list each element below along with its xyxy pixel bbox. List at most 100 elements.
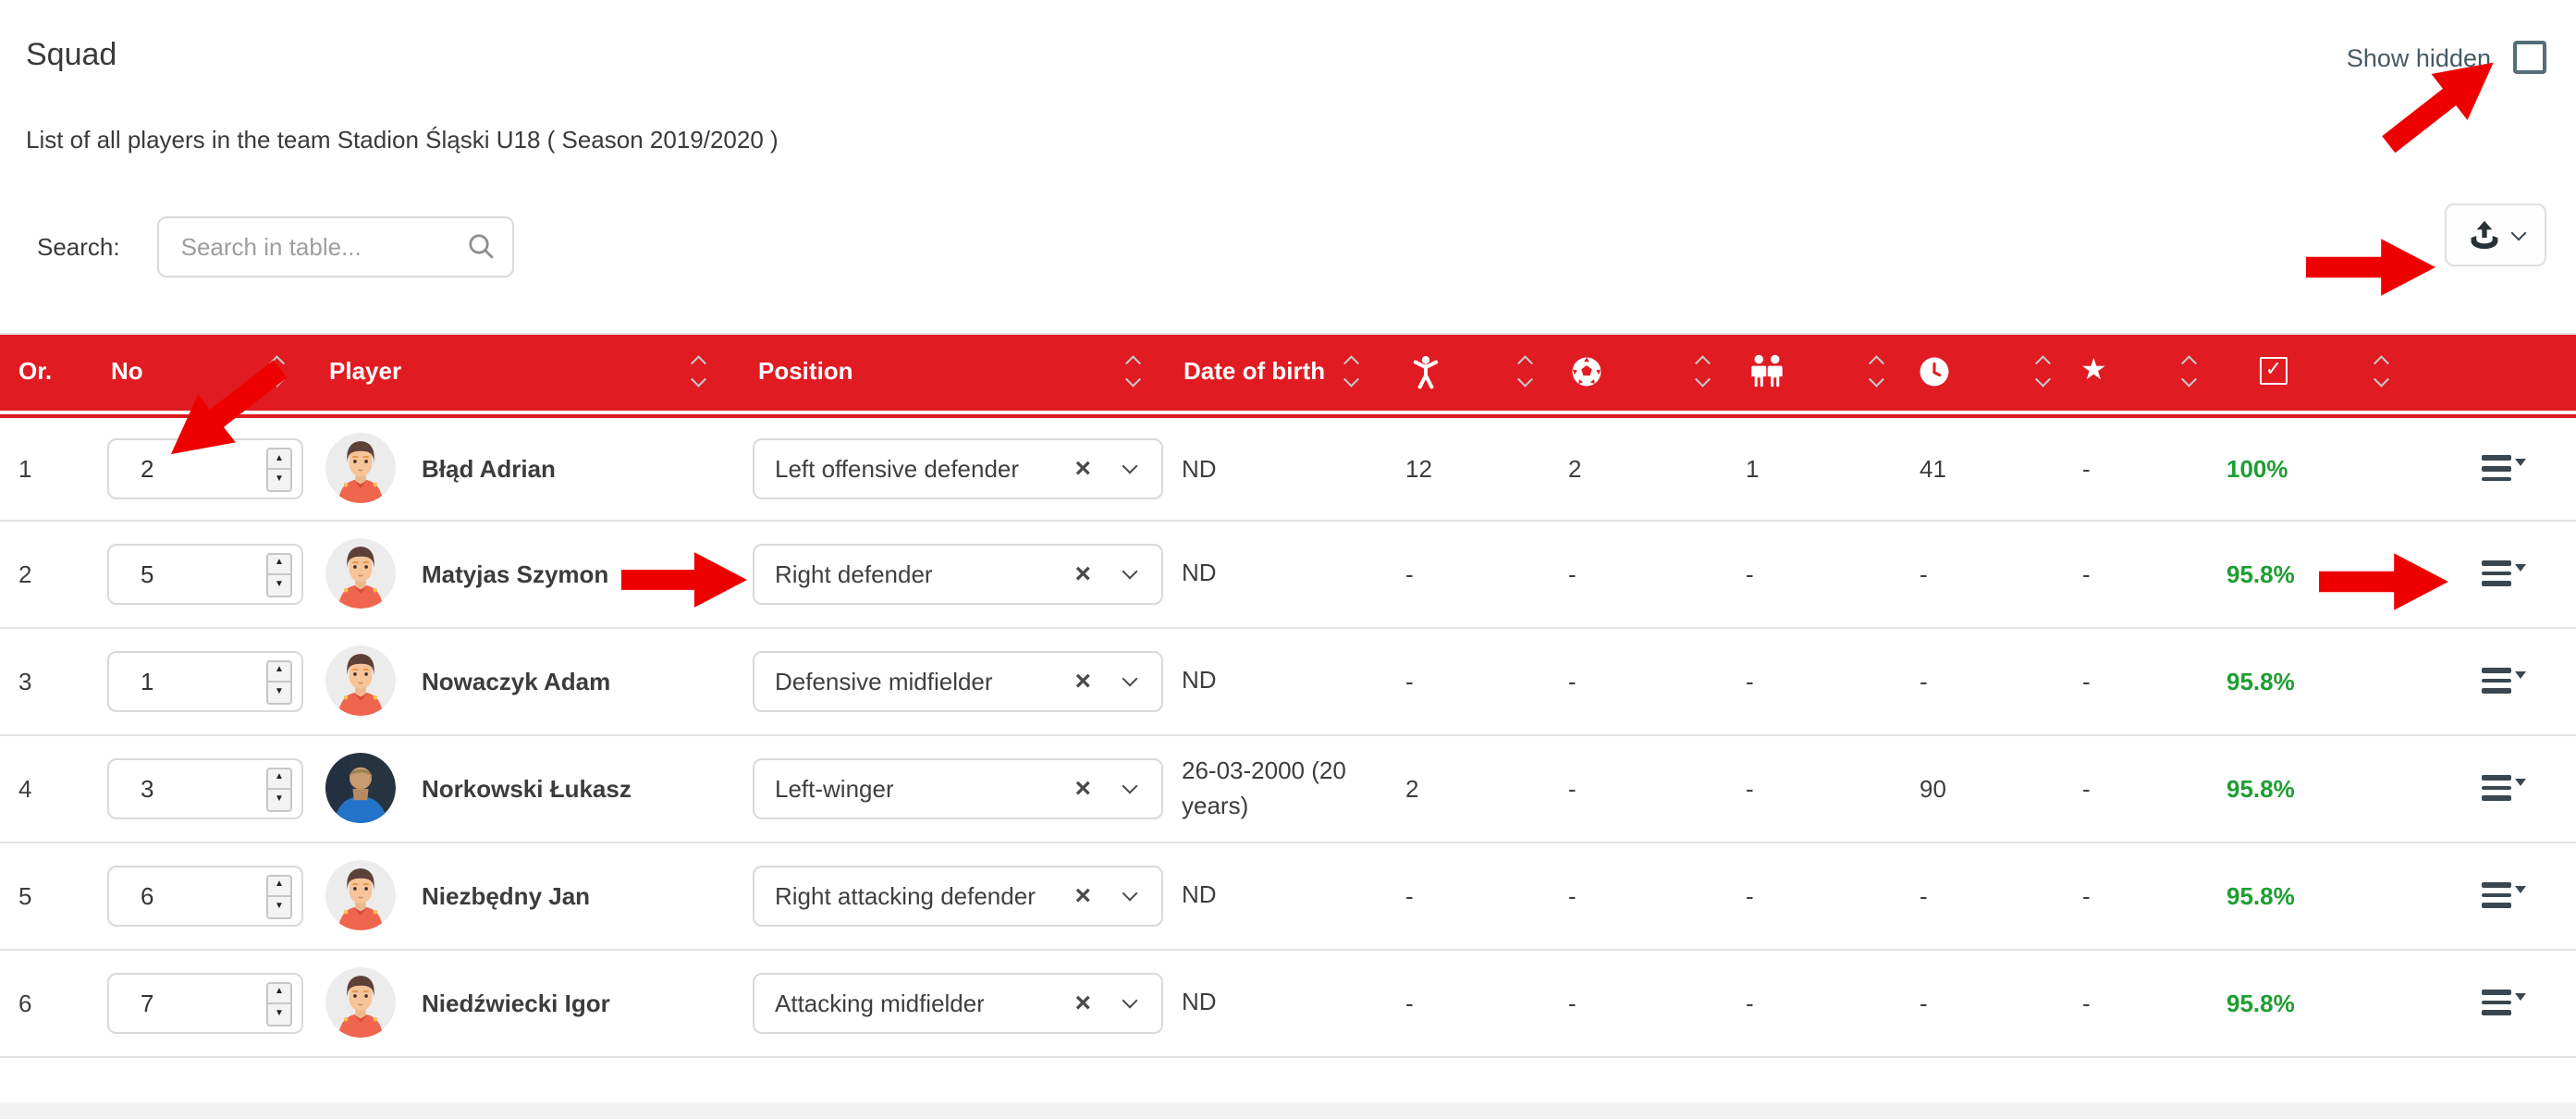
- player-name[interactable]: Matyjas Szymon: [422, 560, 608, 587]
- matches-cell: 12: [1396, 412, 1559, 520]
- caret-down-icon: [2515, 564, 2526, 572]
- shirt-number-value: 3: [109, 774, 153, 802]
- col-matches[interactable]: [1396, 335, 1559, 412]
- chevron-down-icon[interactable]: [1122, 992, 1138, 1008]
- position-select[interactable]: Defensive midfielder ×: [753, 650, 1163, 711]
- row-menu-button[interactable]: [2482, 456, 2511, 482]
- col-rating[interactable]: ★: [2073, 335, 2219, 412]
- chevron-down-icon[interactable]: [1122, 670, 1138, 686]
- row-menu-button[interactable]: [2482, 882, 2511, 908]
- col-order: Or.: [0, 335, 92, 412]
- player-name[interactable]: Niedźwiecki Igor: [422, 989, 610, 1016]
- chevron-down-icon[interactable]: [1122, 563, 1138, 579]
- stepper-down-icon[interactable]: ▼: [268, 469, 290, 490]
- number-stepper[interactable]: ▲ ▼: [266, 552, 292, 596]
- stepper-up-icon[interactable]: ▲: [268, 554, 290, 573]
- stepper-down-icon[interactable]: ▼: [268, 573, 290, 595]
- stepper-down-icon[interactable]: ▼: [268, 895, 290, 916]
- position-select[interactable]: Right attacking defender ×: [753, 865, 1163, 926]
- table-row: 3 1 ▲ ▼: [0, 627, 2576, 734]
- col-dob[interactable]: Date of birth: [1174, 335, 1396, 412]
- col-goals[interactable]: [1559, 335, 1736, 412]
- sort-icon[interactable]: [1519, 358, 1529, 384]
- matches-cell: 2: [1396, 734, 1559, 842]
- number-stepper[interactable]: ▲ ▼: [266, 981, 292, 1026]
- annotation-arrow-export: [2306, 239, 2435, 296]
- player-name[interactable]: Błąd Adrian: [422, 455, 556, 483]
- stepper-up-icon[interactable]: ▲: [268, 661, 290, 681]
- number-stepper[interactable]: ▲ ▼: [266, 448, 292, 492]
- squad-table-body: 1 2 ▲ ▼: [0, 412, 2576, 1056]
- stepper-down-icon[interactable]: ▼: [268, 788, 290, 809]
- search-input[interactable]: [157, 216, 514, 277]
- position-select[interactable]: Left-winger ×: [753, 757, 1163, 818]
- stepper-up-icon[interactable]: ▲: [268, 983, 290, 1002]
- player-name[interactable]: Niezbędny Jan: [422, 881, 590, 909]
- clear-icon[interactable]: ×: [1074, 455, 1091, 483]
- stepper-up-icon[interactable]: ▲: [268, 769, 290, 788]
- clear-icon[interactable]: ×: [1074, 989, 1091, 1016]
- col-attendance[interactable]: ✓: [2219, 335, 2423, 412]
- matches-cell: -: [1396, 520, 1559, 627]
- attendance-pct: 95.8%: [2219, 842, 2423, 949]
- shirt-number-input[interactable]: 7 ▲ ▼: [107, 972, 303, 1033]
- position-select[interactable]: Attacking midfielder ×: [753, 972, 1163, 1033]
- clear-icon[interactable]: ×: [1074, 560, 1091, 587]
- shirt-number-input[interactable]: 6 ▲ ▼: [107, 865, 303, 926]
- sort-icon[interactable]: [1697, 358, 1707, 384]
- chevron-down-icon[interactable]: [1122, 778, 1138, 793]
- row-menu-button[interactable]: [2482, 775, 2511, 801]
- number-stepper[interactable]: ▲ ▼: [266, 767, 292, 811]
- clear-icon[interactable]: ×: [1074, 881, 1091, 909]
- player-name[interactable]: Nowaczyk Adam: [422, 667, 610, 695]
- chevron-down-icon[interactable]: [1122, 885, 1138, 901]
- position-value: Defensive midfielder: [754, 667, 993, 695]
- goals-cell: -: [1559, 949, 1736, 1056]
- stepper-down-icon[interactable]: ▼: [268, 681, 290, 702]
- stepper-down-icon[interactable]: ▼: [268, 1002, 290, 1024]
- rating-cell: -: [2073, 627, 2219, 734]
- number-stepper[interactable]: ▲ ▼: [266, 874, 292, 918]
- export-button[interactable]: [2445, 203, 2546, 266]
- shirt-number-input[interactable]: 3 ▲ ▼: [107, 757, 303, 818]
- col-player[interactable]: Player: [311, 335, 740, 412]
- attendance-pct: 95.8%: [2219, 949, 2423, 1056]
- sort-icon[interactable]: [2037, 358, 2047, 384]
- player-name[interactable]: Norkowski Łukasz: [422, 774, 632, 802]
- player-avatar: [325, 646, 396, 716]
- clear-icon[interactable]: ×: [1074, 774, 1091, 802]
- sort-icon[interactable]: [1345, 358, 1355, 384]
- rating-cell: -: [2073, 412, 2219, 520]
- table-row: 5 6 ▲ ▼: [0, 842, 2576, 949]
- assists-cell: -: [1736, 949, 1910, 1056]
- stepper-up-icon[interactable]: ▲: [268, 876, 290, 895]
- clock-icon: [1918, 354, 1951, 387]
- row-menu-button[interactable]: [2482, 668, 2511, 694]
- shirt-number-input[interactable]: 5 ▲ ▼: [107, 543, 303, 604]
- player-avatar: [325, 860, 396, 930]
- annotation-arrow-row-menu: [2319, 553, 2448, 610]
- sort-icon[interactable]: [693, 358, 703, 384]
- row-menu-button[interactable]: [2482, 560, 2511, 586]
- stepper-up-icon[interactable]: ▲: [268, 449, 290, 469]
- row-menu-button[interactable]: [2482, 990, 2511, 1015]
- number-stepper[interactable]: ▲ ▼: [266, 659, 292, 704]
- rating-cell: -: [2073, 842, 2219, 949]
- chevron-down-icon[interactable]: [1122, 458, 1138, 473]
- sort-icon[interactable]: [2375, 358, 2386, 384]
- soccer-ball-icon: [1570, 354, 1603, 387]
- position-select[interactable]: Right defender ×: [753, 543, 1163, 604]
- sort-icon[interactable]: [2183, 358, 2193, 384]
- clear-icon[interactable]: ×: [1074, 667, 1091, 695]
- player-avatar: [325, 967, 396, 1038]
- sort-icon[interactable]: [1871, 358, 1881, 384]
- col-assists[interactable]: [1736, 335, 1910, 412]
- sort-icon[interactable]: [1127, 358, 1137, 384]
- col-minutes[interactable]: [1910, 335, 2073, 412]
- position-select[interactable]: Left offensive defender ×: [753, 438, 1163, 499]
- shirt-number-input[interactable]: 1 ▲ ▼: [107, 650, 303, 711]
- shirt-number-value: 2: [109, 455, 153, 483]
- attendance-pct: 95.8%: [2219, 734, 2423, 842]
- show-hidden-checkbox[interactable]: [2513, 41, 2546, 74]
- col-position[interactable]: Position: [740, 335, 1174, 412]
